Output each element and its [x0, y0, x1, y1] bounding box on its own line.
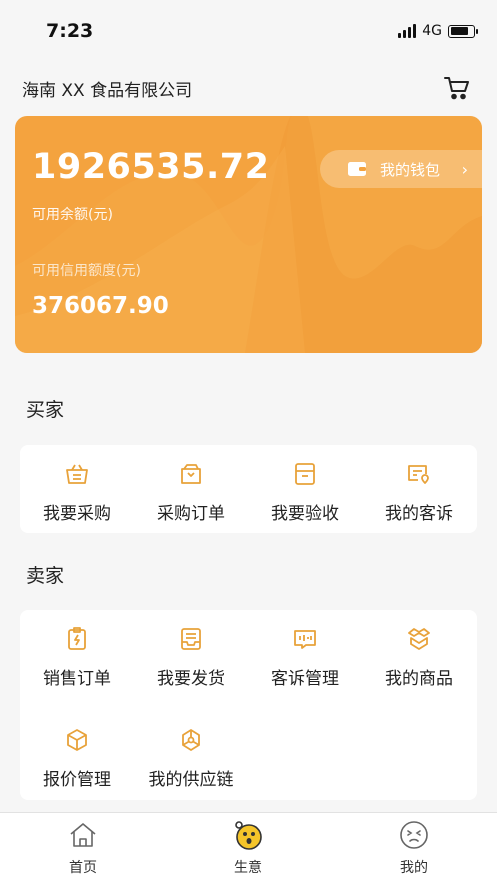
menu-item-ship[interactable]: 我要发货 — [134, 610, 248, 698]
complaint-icon — [408, 465, 429, 484]
inspect-box-icon — [295, 463, 315, 485]
cart-icon[interactable] — [443, 74, 471, 102]
tab-bar: 首页 生意 我的 — [0, 812, 497, 883]
chevron-right-icon: › — [461, 160, 468, 179]
home-icon — [70, 823, 96, 847]
complaint-manage-icon — [294, 630, 316, 649]
wallet-icon — [348, 162, 366, 176]
available-balance: 1926535.72 — [32, 147, 270, 187]
tab-profile[interactable]: 我的 — [354, 819, 474, 877]
balance-card: 1926535.72 可用余额(元) 可用信用额度(元) 376067.90 我… — [15, 116, 482, 353]
basket-icon — [66, 464, 88, 484]
battery-icon — [448, 24, 478, 38]
menu-item-quote-management[interactable]: 报价管理 — [20, 711, 134, 799]
tab-home[interactable]: 首页 — [23, 819, 143, 877]
my-wallet-button[interactable]: 我的钱包 › — [320, 150, 482, 188]
menu-item-my-products[interactable]: 我的商品 — [362, 610, 476, 698]
product-icon — [408, 628, 430, 650]
tab-business[interactable]: 生意 — [188, 819, 308, 877]
ship-icon — [181, 628, 201, 650]
network-type: 4G — [422, 23, 442, 39]
menu-item-supply-chain[interactable]: 我的供应链 — [134, 711, 248, 799]
menu-item-purchase[interactable]: 我要采购 — [20, 445, 134, 533]
seller-section-title: 卖家 — [26, 565, 65, 587]
quote-cube-icon — [67, 729, 87, 751]
my-wallet-label: 我的钱包 — [380, 160, 441, 179]
status-bar: 7:23 4G — [0, 0, 497, 62]
buyer-menu: 我要采购 采购订单 我要验收 我的客诉 — [20, 445, 477, 533]
menu-item-inspection[interactable]: 我要验收 — [248, 445, 362, 533]
supply-chain-icon — [182, 729, 200, 751]
company-name: 海南 XX 食品有限公司 — [22, 80, 193, 101]
menu-item-sales-orders[interactable]: 销售订单 — [20, 610, 134, 698]
order-box-icon — [181, 464, 201, 484]
signal-icon — [398, 24, 417, 38]
credit-limit-value: 376067.90 — [32, 293, 169, 319]
menu-item-purchase-orders[interactable]: 采购订单 — [134, 445, 248, 533]
status-indicators: 4G — [398, 23, 478, 39]
buyer-section-title: 买家 — [26, 399, 65, 421]
sales-order-icon — [68, 627, 86, 650]
menu-item-my-complaints[interactable]: 我的客诉 — [362, 445, 476, 533]
header: 海南 XX 食品有限公司 — [0, 62, 497, 114]
available-balance-label: 可用余额(元) — [32, 207, 113, 223]
seller-menu: 销售订单 我要发货 客诉管理 我的商品 报价管理 我的供应链 — [20, 610, 477, 800]
credit-limit-label: 可用信用额度(元) — [32, 263, 141, 279]
status-time: 7:23 — [46, 20, 94, 42]
profile-icon — [400, 821, 428, 849]
business-icon — [235, 821, 262, 850]
menu-item-complaint-management[interactable]: 客诉管理 — [248, 610, 362, 698]
